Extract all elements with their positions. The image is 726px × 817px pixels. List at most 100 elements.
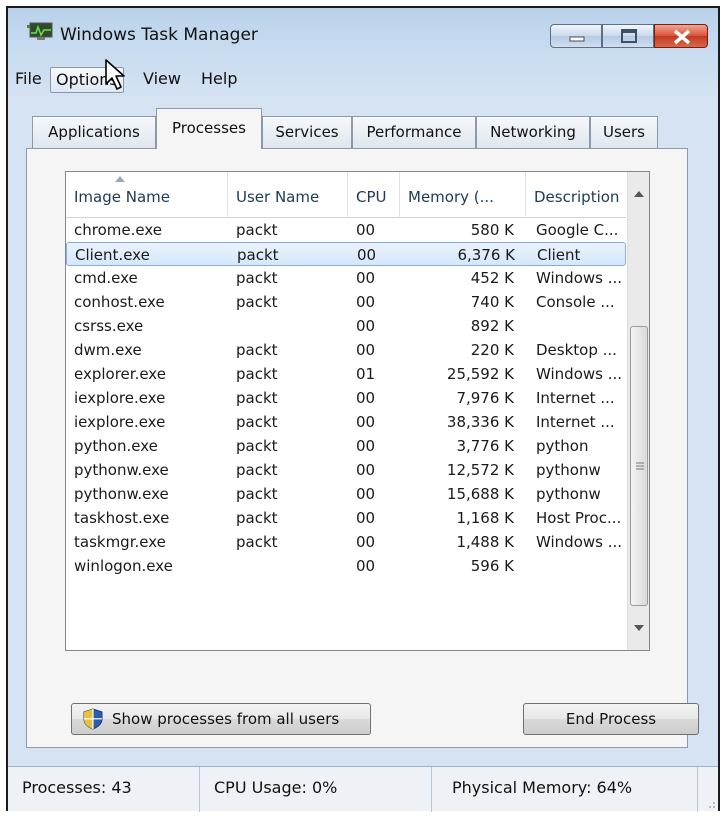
- process-cpu: 00: [357, 246, 377, 264]
- tab-networking[interactable]: Networking: [476, 116, 590, 148]
- task-manager-window: Windows Task Manager File Options View H…: [6, 6, 720, 812]
- process-image-name: explorer.exe: [74, 365, 166, 383]
- column-header-cpu[interactable]: CPU: [348, 172, 400, 218]
- process-cpu: 00: [356, 509, 376, 527]
- table-row[interactable]: pythonw.exe packt 00 12,572 Kpythonw: [66, 458, 626, 482]
- process-user-name: packt: [236, 293, 278, 311]
- table-row[interactable]: winlogon.exe 00 596 K: [66, 554, 626, 578]
- table-row[interactable]: conhost.exe packt 00 740 K Console ...: [66, 290, 626, 314]
- process-image-name: taskmgr.exe: [74, 533, 166, 551]
- process-memory: 1,168 K: [456, 509, 514, 527]
- process-image-name: python.exe: [74, 437, 158, 455]
- tab-users[interactable]: Users: [590, 116, 658, 148]
- process-cpu: 00: [356, 557, 376, 575]
- process-cpu: 00: [356, 413, 376, 431]
- table-row[interactable]: pythonw.exe packt 00 15,688 Kpythonw: [66, 482, 626, 506]
- table-row[interactable]: explorer.exe packt 01 25,592 K Windows ...: [66, 362, 626, 386]
- process-memory: 25,592 K: [446, 365, 514, 383]
- menu-file[interactable]: File: [10, 67, 47, 93]
- show-all-processes-button[interactable]: Show processes from all users: [71, 703, 371, 735]
- process-cpu: 01: [356, 365, 376, 383]
- process-memory: 1,488 K: [456, 533, 514, 551]
- process-user-name: packt: [236, 485, 278, 503]
- uac-shield-icon: [83, 708, 103, 730]
- table-row[interactable]: taskhost.exe packt 00 1,168 K Host Proc...: [66, 506, 626, 530]
- menu-help[interactable]: Help: [196, 67, 242, 93]
- table-row[interactable]: python.exe packt 00 3,776 Kpython: [66, 434, 626, 458]
- process-cpu: 00: [356, 437, 376, 455]
- table-row-selected[interactable]: Client.exe packt 00 6,376 K Client: [66, 242, 626, 266]
- process-image-name: Client.exe: [75, 246, 150, 264]
- process-cpu: 00: [356, 293, 376, 311]
- process-image-name: winlogon.exe: [74, 557, 173, 575]
- process-memory: 12,572 K: [446, 461, 514, 479]
- process-cpu: 00: [356, 317, 376, 335]
- process-user-name: packt: [236, 461, 278, 479]
- mouse-cursor-icon: [105, 59, 125, 90]
- process-cpu: 00: [356, 269, 376, 287]
- process-memory: 3,776 K: [456, 437, 514, 455]
- process-user-name: packt: [236, 341, 278, 359]
- tab-applications[interactable]: Applications: [32, 116, 156, 148]
- process-user-name: packt: [236, 365, 278, 383]
- column-header-description[interactable]: Description: [526, 172, 626, 218]
- resize-grip-icon[interactable]: [704, 797, 716, 809]
- scroll-down-icon[interactable]: [628, 614, 650, 640]
- vertical-scrollbar[interactable]: [627, 172, 649, 650]
- process-user-name: packt: [236, 437, 278, 455]
- process-memory: 220 K: [470, 341, 514, 359]
- process-image-name: chrome.exe: [74, 221, 162, 239]
- title-bar[interactable]: Windows Task Manager: [8, 8, 718, 62]
- process-memory: 596 K: [470, 557, 514, 575]
- process-cpu: 00: [356, 461, 376, 479]
- process-cpu: 00: [356, 533, 376, 551]
- tab-services[interactable]: Services: [262, 116, 352, 148]
- maximize-button[interactable]: [602, 24, 654, 48]
- column-label: Image Name: [74, 188, 170, 206]
- processes-panel: Image Name User Name CPU Memory (... Des…: [26, 148, 699, 748]
- list-header: Image Name User Name CPU Memory (... Des…: [66, 172, 626, 218]
- process-memory: 15,688 K: [446, 485, 514, 503]
- process-image-name: pythonw.exe: [74, 485, 169, 503]
- table-row[interactable]: taskmgr.exe packt 00 1,488 K Windows ...: [66, 530, 626, 554]
- table-row[interactable]: iexplore.exe packt 00 38,336 K Internet ...: [66, 410, 626, 434]
- scroll-grip-icon: [636, 462, 644, 470]
- scroll-thumb[interactable]: [630, 326, 648, 606]
- table-row[interactable]: iexplore.exe packt 00 7,976 K Internet ...: [66, 386, 626, 410]
- status-cpu-usage: CPU Usage: 0%: [200, 767, 432, 812]
- column-header-image-name[interactable]: Image Name: [66, 172, 228, 218]
- process-memory: 452 K: [470, 269, 514, 287]
- tab-strip: Applications Processes Services Performa…: [8, 108, 718, 149]
- menu-view[interactable]: View: [138, 67, 186, 93]
- process-image-name: iexplore.exe: [74, 389, 166, 407]
- close-button[interactable]: [654, 24, 708, 48]
- process-user-name: packt: [236, 389, 278, 407]
- process-memory: 38,336 K: [446, 413, 514, 431]
- column-header-memory[interactable]: Memory (...: [400, 172, 526, 218]
- tab-processes[interactable]: Processes: [156, 108, 262, 149]
- window-title: Windows Task Manager: [60, 25, 258, 45]
- process-image-name: dwm.exe: [74, 341, 142, 359]
- process-list[interactable]: Image Name User Name CPU Memory (... Des…: [65, 171, 650, 651]
- process-cpu: 00: [356, 221, 376, 239]
- maximize-icon: [621, 29, 637, 43]
- process-cpu: 00: [356, 485, 376, 503]
- minimize-button[interactable]: [550, 24, 602, 48]
- process-user-name: packt: [237, 246, 279, 264]
- process-cpu: 00: [356, 389, 376, 407]
- process-rows: chrome.exe packt 00 580 K Google C... Client.…: [66, 218, 626, 578]
- table-row[interactable]: csrss.exe 00 892 K: [66, 314, 626, 338]
- process-image-name: cmd.exe: [74, 269, 138, 287]
- process-memory: 7,976 K: [456, 389, 514, 407]
- table-row[interactable]: cmd.exe packt 00 452 K Windows ...: [66, 266, 626, 290]
- process-memory: 740 K: [470, 293, 514, 311]
- table-row[interactable]: chrome.exe packt 00 580 K Google C...: [66, 218, 626, 242]
- process-image-name: iexplore.exe: [74, 413, 166, 431]
- table-row[interactable]: dwm.exe packt 00 220 K Desktop ...: [66, 338, 626, 362]
- process-user-name: packt: [236, 413, 278, 431]
- tab-performance[interactable]: Performance: [352, 116, 476, 148]
- scroll-up-icon[interactable]: [628, 182, 650, 208]
- process-memory: 892 K: [470, 317, 514, 335]
- end-process-button[interactable]: End Process: [523, 703, 699, 735]
- column-header-user-name[interactable]: User Name: [228, 172, 348, 218]
